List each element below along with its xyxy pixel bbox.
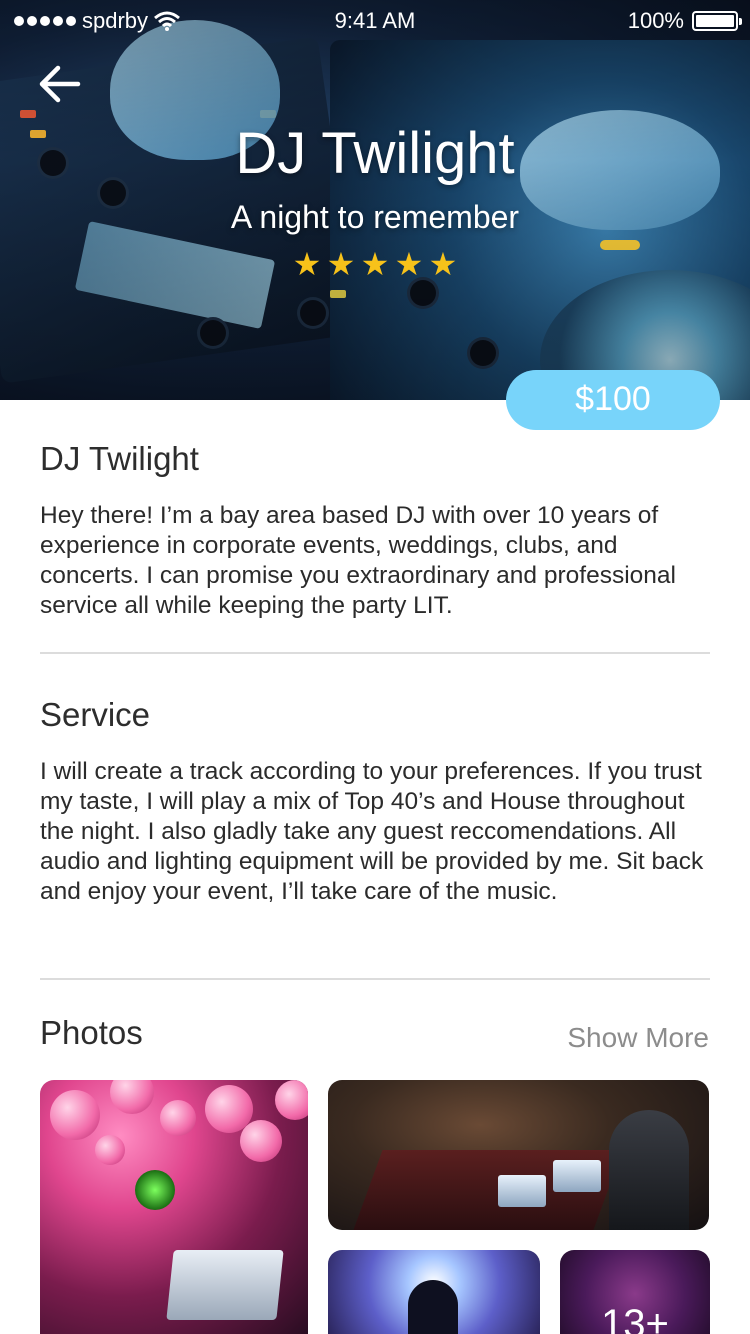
star-icon: ★ xyxy=(360,246,390,282)
dj-laptop xyxy=(553,1160,601,1192)
about-title: DJ Twilight xyxy=(40,440,199,477)
photo-dance-floor[interactable] xyxy=(328,1080,709,1230)
photo-more[interactable]: 13+ xyxy=(560,1250,710,1334)
price-button[interactable]: $100 xyxy=(506,370,720,430)
star-icon: ★ xyxy=(292,246,322,282)
green-light xyxy=(135,1170,175,1210)
show-more-link[interactable]: Show More xyxy=(567,1022,709,1054)
hero-title: DJ Twilight xyxy=(235,121,515,186)
paper-lantern xyxy=(50,1090,100,1140)
paper-lantern xyxy=(160,1100,196,1136)
paper-lantern xyxy=(240,1120,282,1162)
hero-subtitle: A night to remember xyxy=(230,199,520,235)
status-right: 100% xyxy=(627,8,742,34)
battery-icon xyxy=(692,11,742,31)
dj-laptop xyxy=(498,1175,546,1207)
divider xyxy=(40,652,710,654)
rating-stars: ★ ★ ★ ★ ★ xyxy=(0,246,750,282)
star-icon: ★ xyxy=(428,246,458,282)
paper-lantern xyxy=(275,1080,308,1120)
star-icon: ★ xyxy=(394,246,424,282)
photo-crowd[interactable] xyxy=(328,1250,540,1334)
service-title: Service xyxy=(40,696,151,733)
dj-laptop xyxy=(166,1250,284,1320)
dj-person xyxy=(609,1110,689,1230)
photos-title: Photos xyxy=(40,1014,143,1051)
service-body: I will create a track according to your … xyxy=(40,758,704,905)
raised-hands-figure xyxy=(408,1280,458,1334)
more-photos-count: 13+ xyxy=(601,1302,669,1334)
battery-percent: 100% xyxy=(627,8,684,33)
divider xyxy=(40,978,710,980)
star-icon: ★ xyxy=(326,246,356,282)
about-body: Hey there! I’m a bay area based DJ with … xyxy=(40,502,676,619)
paper-lantern xyxy=(95,1135,125,1165)
paper-lantern xyxy=(110,1080,154,1114)
status-bar: spdrby 9:41 AM 100% xyxy=(0,0,750,40)
photo-party-lights[interactable] xyxy=(40,1080,308,1334)
back-arrow-icon[interactable] xyxy=(36,60,84,108)
